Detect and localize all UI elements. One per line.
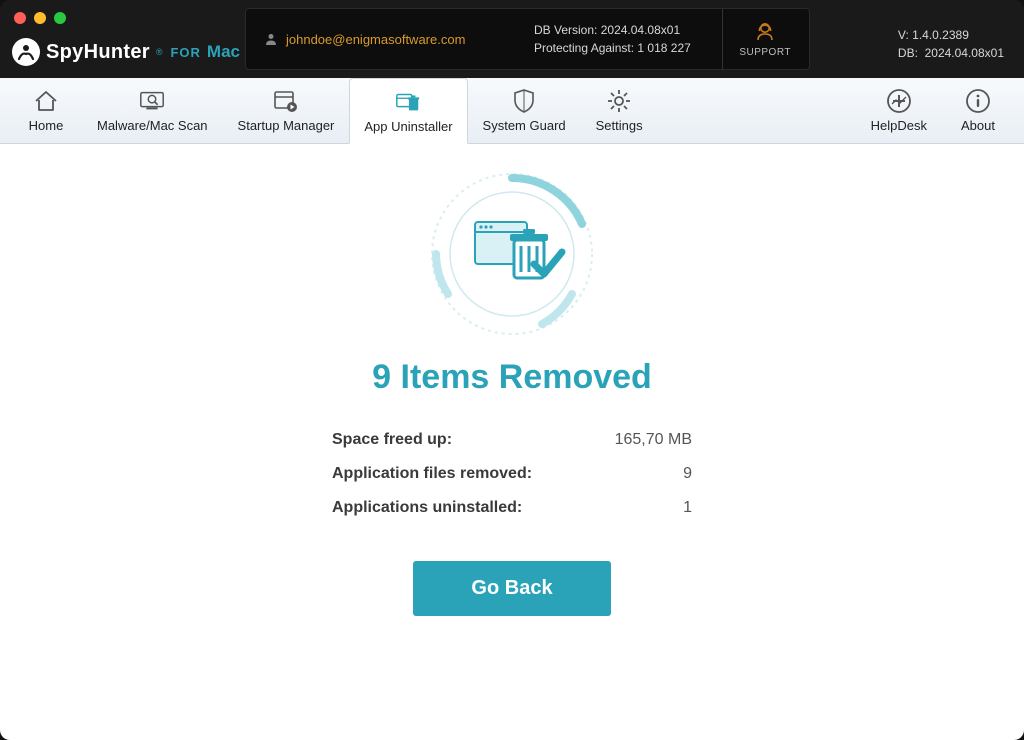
tab-startup-manager[interactable]: Startup Manager	[223, 78, 350, 143]
home-icon	[32, 88, 60, 114]
tab-label: Home	[29, 118, 64, 133]
stat-row: Space freed up: 165,70 MB	[332, 423, 692, 457]
db-info: DB Version: 2024.04.08x01 Protecting Aga…	[534, 23, 722, 55]
tab-home[interactable]: Home	[10, 78, 82, 143]
app-window: SpyHunter® FOR Mac® johndoe@enigmasoftwa…	[0, 0, 1024, 740]
scan-icon	[138, 88, 166, 114]
close-window-button[interactable]	[14, 12, 26, 24]
result-illustration	[422, 164, 602, 344]
toolbar-spacer	[658, 78, 856, 143]
stat-value: 1	[683, 499, 692, 517]
info-icon	[964, 88, 992, 114]
header-info-panel: johndoe@enigmasoftware.com DB Version: 2…	[245, 8, 810, 70]
logo-name: SpyHunter	[46, 41, 150, 64]
logo-for: FOR	[170, 45, 200, 60]
db-version-label: DB Version:	[534, 23, 597, 37]
user-icon	[264, 32, 278, 46]
stat-label: Application files removed:	[332, 465, 532, 483]
result-stats: Space freed up: 165,70 MB Application fi…	[332, 423, 692, 525]
tab-label: App Uninstaller	[364, 119, 452, 134]
maximize-window-button[interactable]	[54, 12, 66, 24]
window-controls	[14, 12, 66, 24]
tab-system-guard[interactable]: System Guard	[468, 78, 581, 143]
app-db-label: DB:	[898, 46, 918, 60]
logo-mac: Mac	[207, 42, 240, 62]
app-db-value: 2024.04.08x01	[925, 46, 1004, 60]
tab-app-uninstaller[interactable]: App Uninstaller	[349, 78, 467, 144]
logo-reg: ®	[156, 47, 163, 57]
gear-icon	[605, 88, 633, 114]
tab-label: Settings	[596, 118, 643, 133]
protecting-label: Protecting Against:	[534, 41, 634, 55]
stat-label: Space freed up:	[332, 431, 452, 449]
tab-label: About	[961, 118, 995, 133]
tab-about[interactable]: About	[942, 78, 1014, 143]
titlebar: SpyHunter® FOR Mac® johndoe@enigmasoftwa…	[0, 0, 1024, 78]
logo-icon	[12, 38, 40, 66]
app-version-value: 1.4.0.2389	[912, 28, 969, 42]
stat-label: Applications uninstalled:	[332, 499, 522, 517]
support-label: SUPPORT	[739, 47, 791, 58]
tab-settings[interactable]: Settings	[581, 78, 658, 143]
uninstaller-icon	[394, 89, 422, 115]
tab-label: Startup Manager	[238, 118, 335, 133]
stat-row: Applications uninstalled: 1	[332, 491, 692, 525]
db-version-value: 2024.04.08x01	[601, 23, 680, 37]
support-button[interactable]: SUPPORT	[722, 9, 791, 69]
helpdesk-icon	[885, 88, 913, 114]
stat-value: 165,70 MB	[615, 431, 692, 449]
main-toolbar: Home Malware/Mac Scan Startup Manager Ap…	[0, 78, 1024, 144]
stat-row: Application files removed: 9	[332, 457, 692, 491]
tab-helpdesk[interactable]: HelpDesk	[856, 78, 942, 143]
version-block: V: 1.4.0.2389 DB: 2024.04.08x01	[898, 26, 1004, 62]
tab-label: System Guard	[483, 118, 566, 133]
go-back-button[interactable]: Go Back	[413, 561, 610, 616]
app-version-label: V:	[898, 28, 909, 42]
user-email: johndoe@enigmasoftware.com	[286, 32, 465, 47]
tab-malware-scan[interactable]: Malware/Mac Scan	[82, 78, 223, 143]
tab-label: Malware/Mac Scan	[97, 118, 208, 133]
result-headline: 9 Items Removed	[372, 358, 652, 397]
stat-value: 9	[683, 465, 692, 483]
minimize-window-button[interactable]	[34, 12, 46, 24]
user-block: johndoe@enigmasoftware.com	[264, 32, 534, 47]
startup-icon	[272, 88, 300, 114]
app-logo: SpyHunter® FOR Mac®	[12, 38, 253, 66]
tab-label: HelpDesk	[871, 118, 927, 133]
support-icon	[753, 20, 777, 44]
content-area: 9 Items Removed Space freed up: 165,70 M…	[0, 144, 1024, 740]
shield-icon	[510, 88, 538, 114]
protecting-value: 1 018 227	[637, 41, 690, 55]
